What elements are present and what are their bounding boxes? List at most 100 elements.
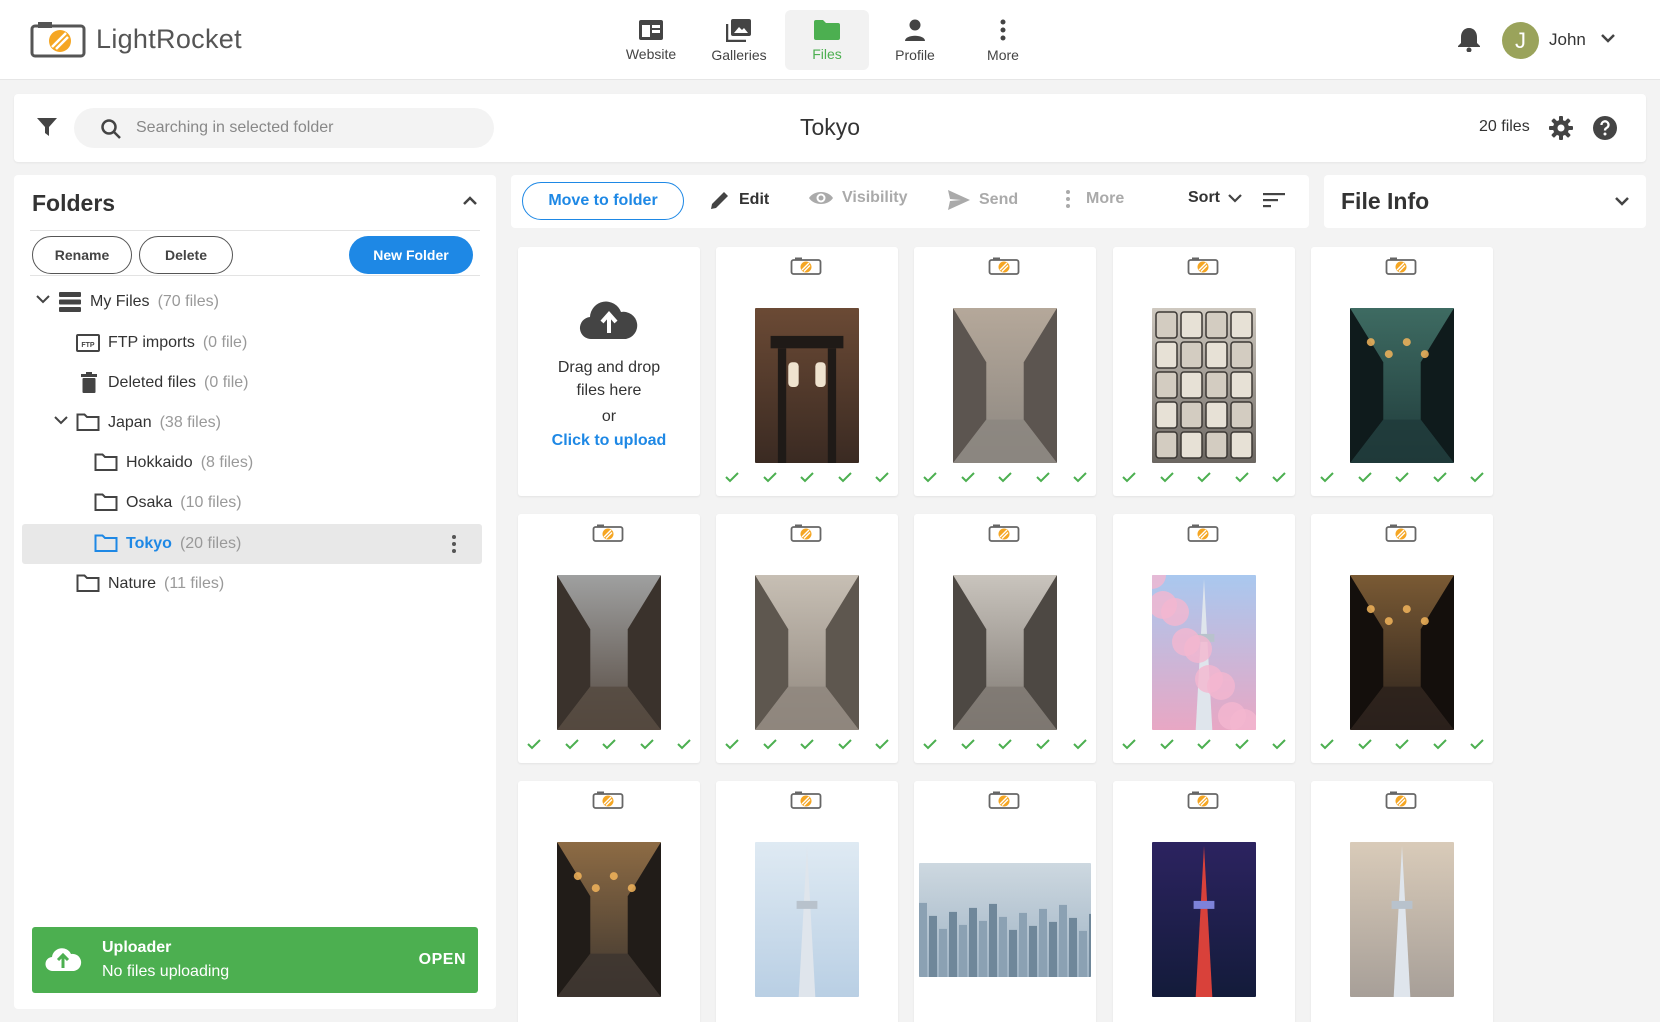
file-thumbnail <box>953 575 1057 730</box>
search-header-bar: Tokyo 20 files <box>14 94 1646 162</box>
tree-item-osaka[interactable]: Osaka (10 files) <box>22 483 482 523</box>
file-thumbnail <box>1152 575 1256 730</box>
check-icon <box>1272 739 1286 750</box>
folders-collapse-button[interactable] <box>462 195 478 207</box>
website-icon <box>639 19 663 40</box>
file-card[interactable] <box>716 514 898 763</box>
visibility-button[interactable]: Visibility <box>808 189 908 207</box>
check-icon <box>1073 472 1087 483</box>
nav-more[interactable]: More <box>961 10 1045 70</box>
settings-button[interactable] <box>1548 115 1574 141</box>
more-actions-label: More <box>1086 190 1125 207</box>
upload-dropzone[interactable]: Drag and drop files here or Click to upl… <box>518 247 700 496</box>
tree-item-name: Japan <box>108 414 152 431</box>
check-icon <box>527 739 541 750</box>
tree-item-japan[interactable]: Japan (38 files) <box>22 403 482 443</box>
sort-lines-icon <box>1263 193 1285 208</box>
visibility-label: Visibility <box>842 189 908 206</box>
galleries-icon <box>726 18 751 42</box>
nav-files-label: Files <box>812 45 842 62</box>
divider <box>30 275 480 276</box>
file-card[interactable] <box>1113 247 1295 496</box>
profile-icon <box>905 19 925 41</box>
tree-item-tokyo[interactable]: Tokyo (20 files) <box>22 524 482 564</box>
file-card[interactable] <box>914 247 1096 496</box>
file-actions-toolbar: Move to folder Edit Visibility Send More… <box>511 175 1309 228</box>
help-button[interactable] <box>1592 115 1618 141</box>
move-to-folder-button[interactable]: Move to folder <box>522 182 684 220</box>
rename-folder-button[interactable]: Rename <box>32 236 132 274</box>
camera-badge-icon <box>1385 257 1417 275</box>
tree-item-my-files[interactable]: My Files (70 files) <box>22 282 482 322</box>
edit-button[interactable]: Edit <box>709 189 769 211</box>
camera-badge-icon <box>988 257 1020 275</box>
file-card[interactable] <box>914 781 1096 1022</box>
cloud-upload-icon <box>579 301 638 340</box>
file-card[interactable] <box>914 514 1096 763</box>
check-icon <box>1357 472 1372 483</box>
upload-text-line1: Drag and drop <box>557 359 661 376</box>
tree-item-nature[interactable]: Nature (11 files) <box>22 564 482 604</box>
notifications-button[interactable] <box>1457 26 1481 52</box>
check-icon <box>1159 472 1174 483</box>
file-info-toggle-button[interactable] <box>1614 195 1630 207</box>
storage-icon <box>59 292 81 312</box>
folder-outline-icon <box>94 493 118 511</box>
file-thumbnail <box>953 308 1057 463</box>
check-icon <box>1234 739 1249 750</box>
file-card[interactable] <box>1113 781 1295 1022</box>
file-card[interactable] <box>1113 514 1295 763</box>
user-name[interactable]: John <box>1549 30 1586 50</box>
check-icon <box>998 472 1012 483</box>
publish-status-checks <box>526 738 692 750</box>
file-card[interactable] <box>716 247 898 496</box>
check-icon <box>1073 739 1087 750</box>
check-icon <box>1320 472 1334 483</box>
tree-item-name: My Files <box>90 293 150 310</box>
delete-folder-button[interactable]: Delete <box>139 236 233 274</box>
nav-website[interactable]: Website <box>609 10 693 70</box>
new-folder-button[interactable]: New Folder <box>349 236 473 274</box>
uploader-open-button[interactable]: OPEN <box>419 951 466 969</box>
user-avatar[interactable]: J <box>1502 22 1539 59</box>
filter-button[interactable] <box>36 116 58 138</box>
tree-item-deleted-files[interactable]: Deleted files (0 file) <box>22 363 482 403</box>
file-card[interactable] <box>1311 781 1493 1022</box>
file-card[interactable] <box>1311 247 1493 496</box>
nav-galleries-label: Galleries <box>711 46 767 63</box>
camera-badge-icon <box>790 257 822 275</box>
uploader-bar: Uploader No files uploading OPEN <box>32 927 478 993</box>
upload-text-or: or <box>601 408 617 425</box>
nav-profile-label: Profile <box>895 46 935 63</box>
nav-website-label: Website <box>625 45 677 62</box>
click-to-upload-link[interactable]: Click to upload <box>518 432 700 450</box>
sort-order-button[interactable] <box>1263 192 1285 208</box>
check-icon <box>762 739 777 750</box>
folder-outline-icon <box>76 574 100 592</box>
uploader-title: Uploader <box>102 939 172 956</box>
send-button[interactable]: Send <box>947 189 1018 211</box>
check-icon <box>875 472 889 483</box>
check-icon <box>1395 472 1409 483</box>
sort-dropdown[interactable]: Sort <box>1188 189 1242 207</box>
folder-options-icon[interactable] <box>450 534 458 554</box>
check-icon <box>1035 472 1050 483</box>
nav-galleries[interactable]: Galleries <box>697 10 781 70</box>
camera-badge-icon <box>790 524 822 542</box>
user-menu-button[interactable] <box>1600 32 1616 44</box>
file-card[interactable] <box>518 781 700 1022</box>
tree-item-ftp-imports[interactable]: FTP FTP imports (0 file) <box>22 323 482 363</box>
camera-badge-icon <box>988 791 1020 809</box>
nav-files[interactable]: Files <box>785 10 869 70</box>
more-actions-button[interactable]: More <box>1064 189 1124 209</box>
tree-item-hokkaido[interactable]: Hokkaido (8 files) <box>22 443 482 483</box>
file-thumbnail <box>557 842 661 997</box>
app-logo[interactable]: LightRocket <box>30 20 242 58</box>
tree-item-count: (70 files) <box>157 293 219 310</box>
search-input[interactable] <box>136 108 476 148</box>
file-card[interactable] <box>1311 514 1493 763</box>
bell-icon <box>1458 28 1480 52</box>
nav-profile[interactable]: Profile <box>873 10 957 70</box>
file-card[interactable] <box>518 514 700 763</box>
file-card[interactable] <box>716 781 898 1022</box>
